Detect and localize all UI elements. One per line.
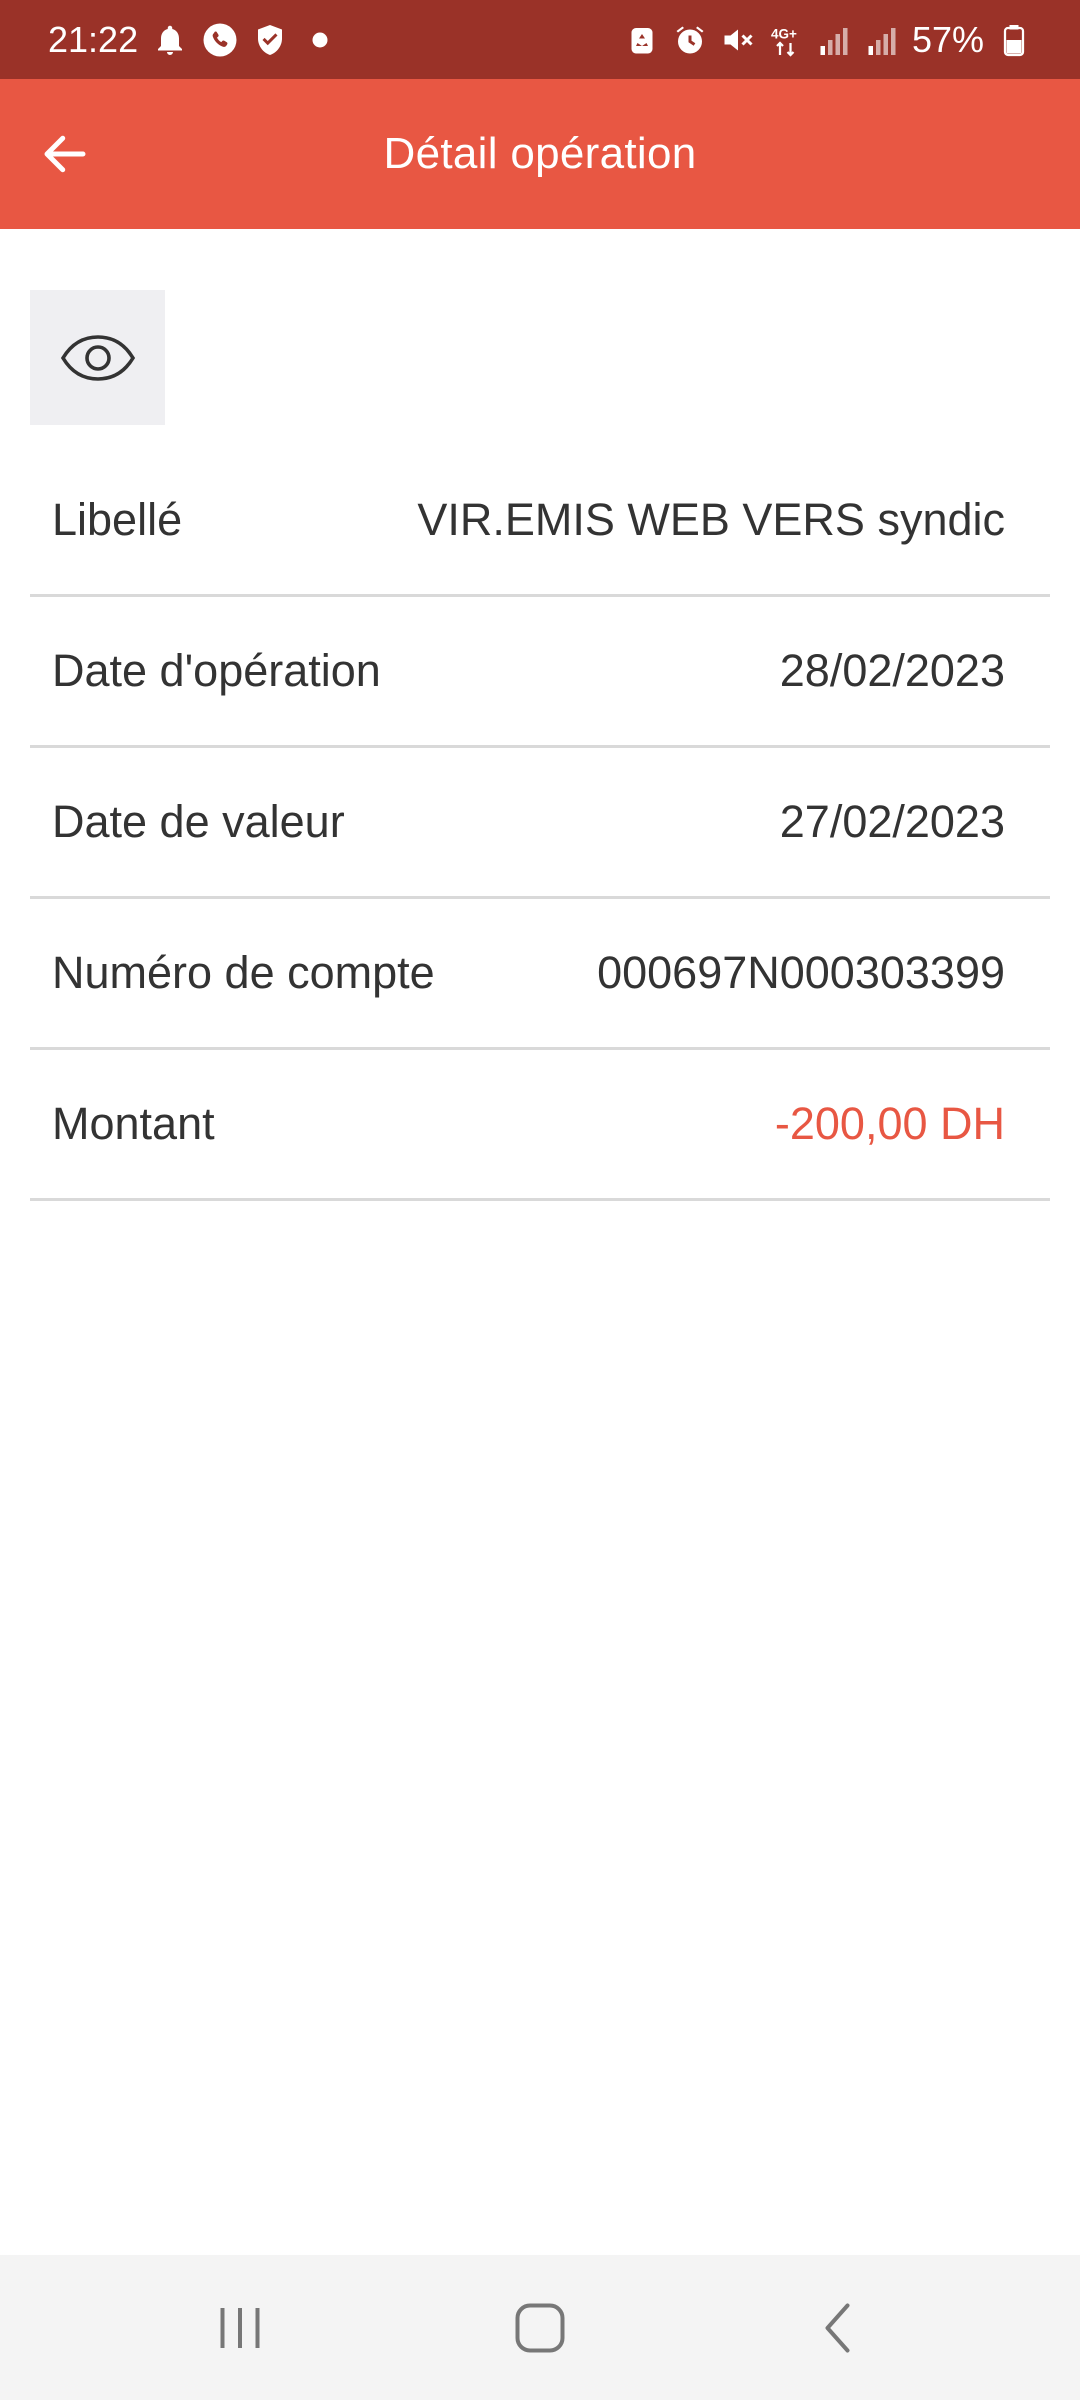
signal-icon	[864, 22, 900, 58]
detail-label: Montant	[52, 1098, 215, 1149]
arrow-left-icon	[44, 135, 86, 173]
recycle-icon	[624, 22, 660, 58]
mute-icon	[720, 22, 756, 58]
status-time: 21:22	[48, 18, 139, 60]
app-bar: Détail opération	[0, 79, 1080, 229]
back-icon	[825, 2303, 850, 2352]
network-4g-icon: 4G+	[768, 22, 804, 58]
detail-value: 27/02/2023	[779, 796, 1005, 847]
home-button[interactable]	[480, 2278, 600, 2378]
signal-icon	[816, 22, 852, 58]
detail-value: 000697N000303399	[597, 947, 1005, 998]
detail-label: Libellé	[52, 494, 183, 545]
shield-icon	[252, 22, 288, 58]
detail-row-date-valeur: Date de valeur 27/02/2023	[30, 748, 1050, 899]
phone-icon	[202, 22, 238, 58]
detail-value: 28/02/2023	[779, 645, 1005, 696]
detail-value: VIR.EMIS WEB VERS syndic	[417, 494, 1005, 545]
svg-text:4G+: 4G+	[771, 26, 797, 41]
status-right: 4G+ 57%	[624, 19, 1032, 61]
visibility-toggle-button[interactable]	[30, 290, 165, 425]
system-nav-bar	[0, 2255, 1080, 2400]
detail-row-libelle: Libellé VIR.EMIS WEB VERS syndic	[30, 446, 1050, 597]
nav-back-button[interactable]	[780, 2278, 900, 2378]
detail-label: Date de valeur	[52, 796, 345, 847]
recent-apps-button[interactable]	[180, 2278, 300, 2378]
detail-row-date-operation: Date d'opération 28/02/2023	[30, 597, 1050, 748]
amount-value: -200,00 DH	[774, 1098, 1005, 1149]
status-bar: 21:22 4G+ 57%	[0, 0, 1080, 79]
detail-row-numero-compte: Numéro de compte 000697N000303399	[30, 899, 1050, 1050]
status-left: 21:22	[48, 19, 338, 61]
dot-icon	[302, 22, 338, 58]
battery-icon	[996, 22, 1032, 58]
recent-apps-icon	[220, 2307, 260, 2348]
home-icon	[515, 2303, 565, 2352]
back-button[interactable]	[30, 119, 100, 189]
detail-label: Numéro de compte	[52, 947, 435, 998]
page-title: Détail opération	[383, 129, 697, 178]
detail-row-montant: Montant -200,00 DH	[30, 1050, 1050, 1201]
detail-label: Date d'opération	[52, 645, 381, 696]
bell-icon	[152, 22, 188, 58]
alarm-icon	[672, 22, 708, 58]
operation-details: Libellé VIR.EMIS WEB VERS syndic Date d'…	[30, 446, 1050, 1201]
eye-icon	[60, 334, 135, 381]
battery-percent: 57%	[911, 18, 984, 60]
